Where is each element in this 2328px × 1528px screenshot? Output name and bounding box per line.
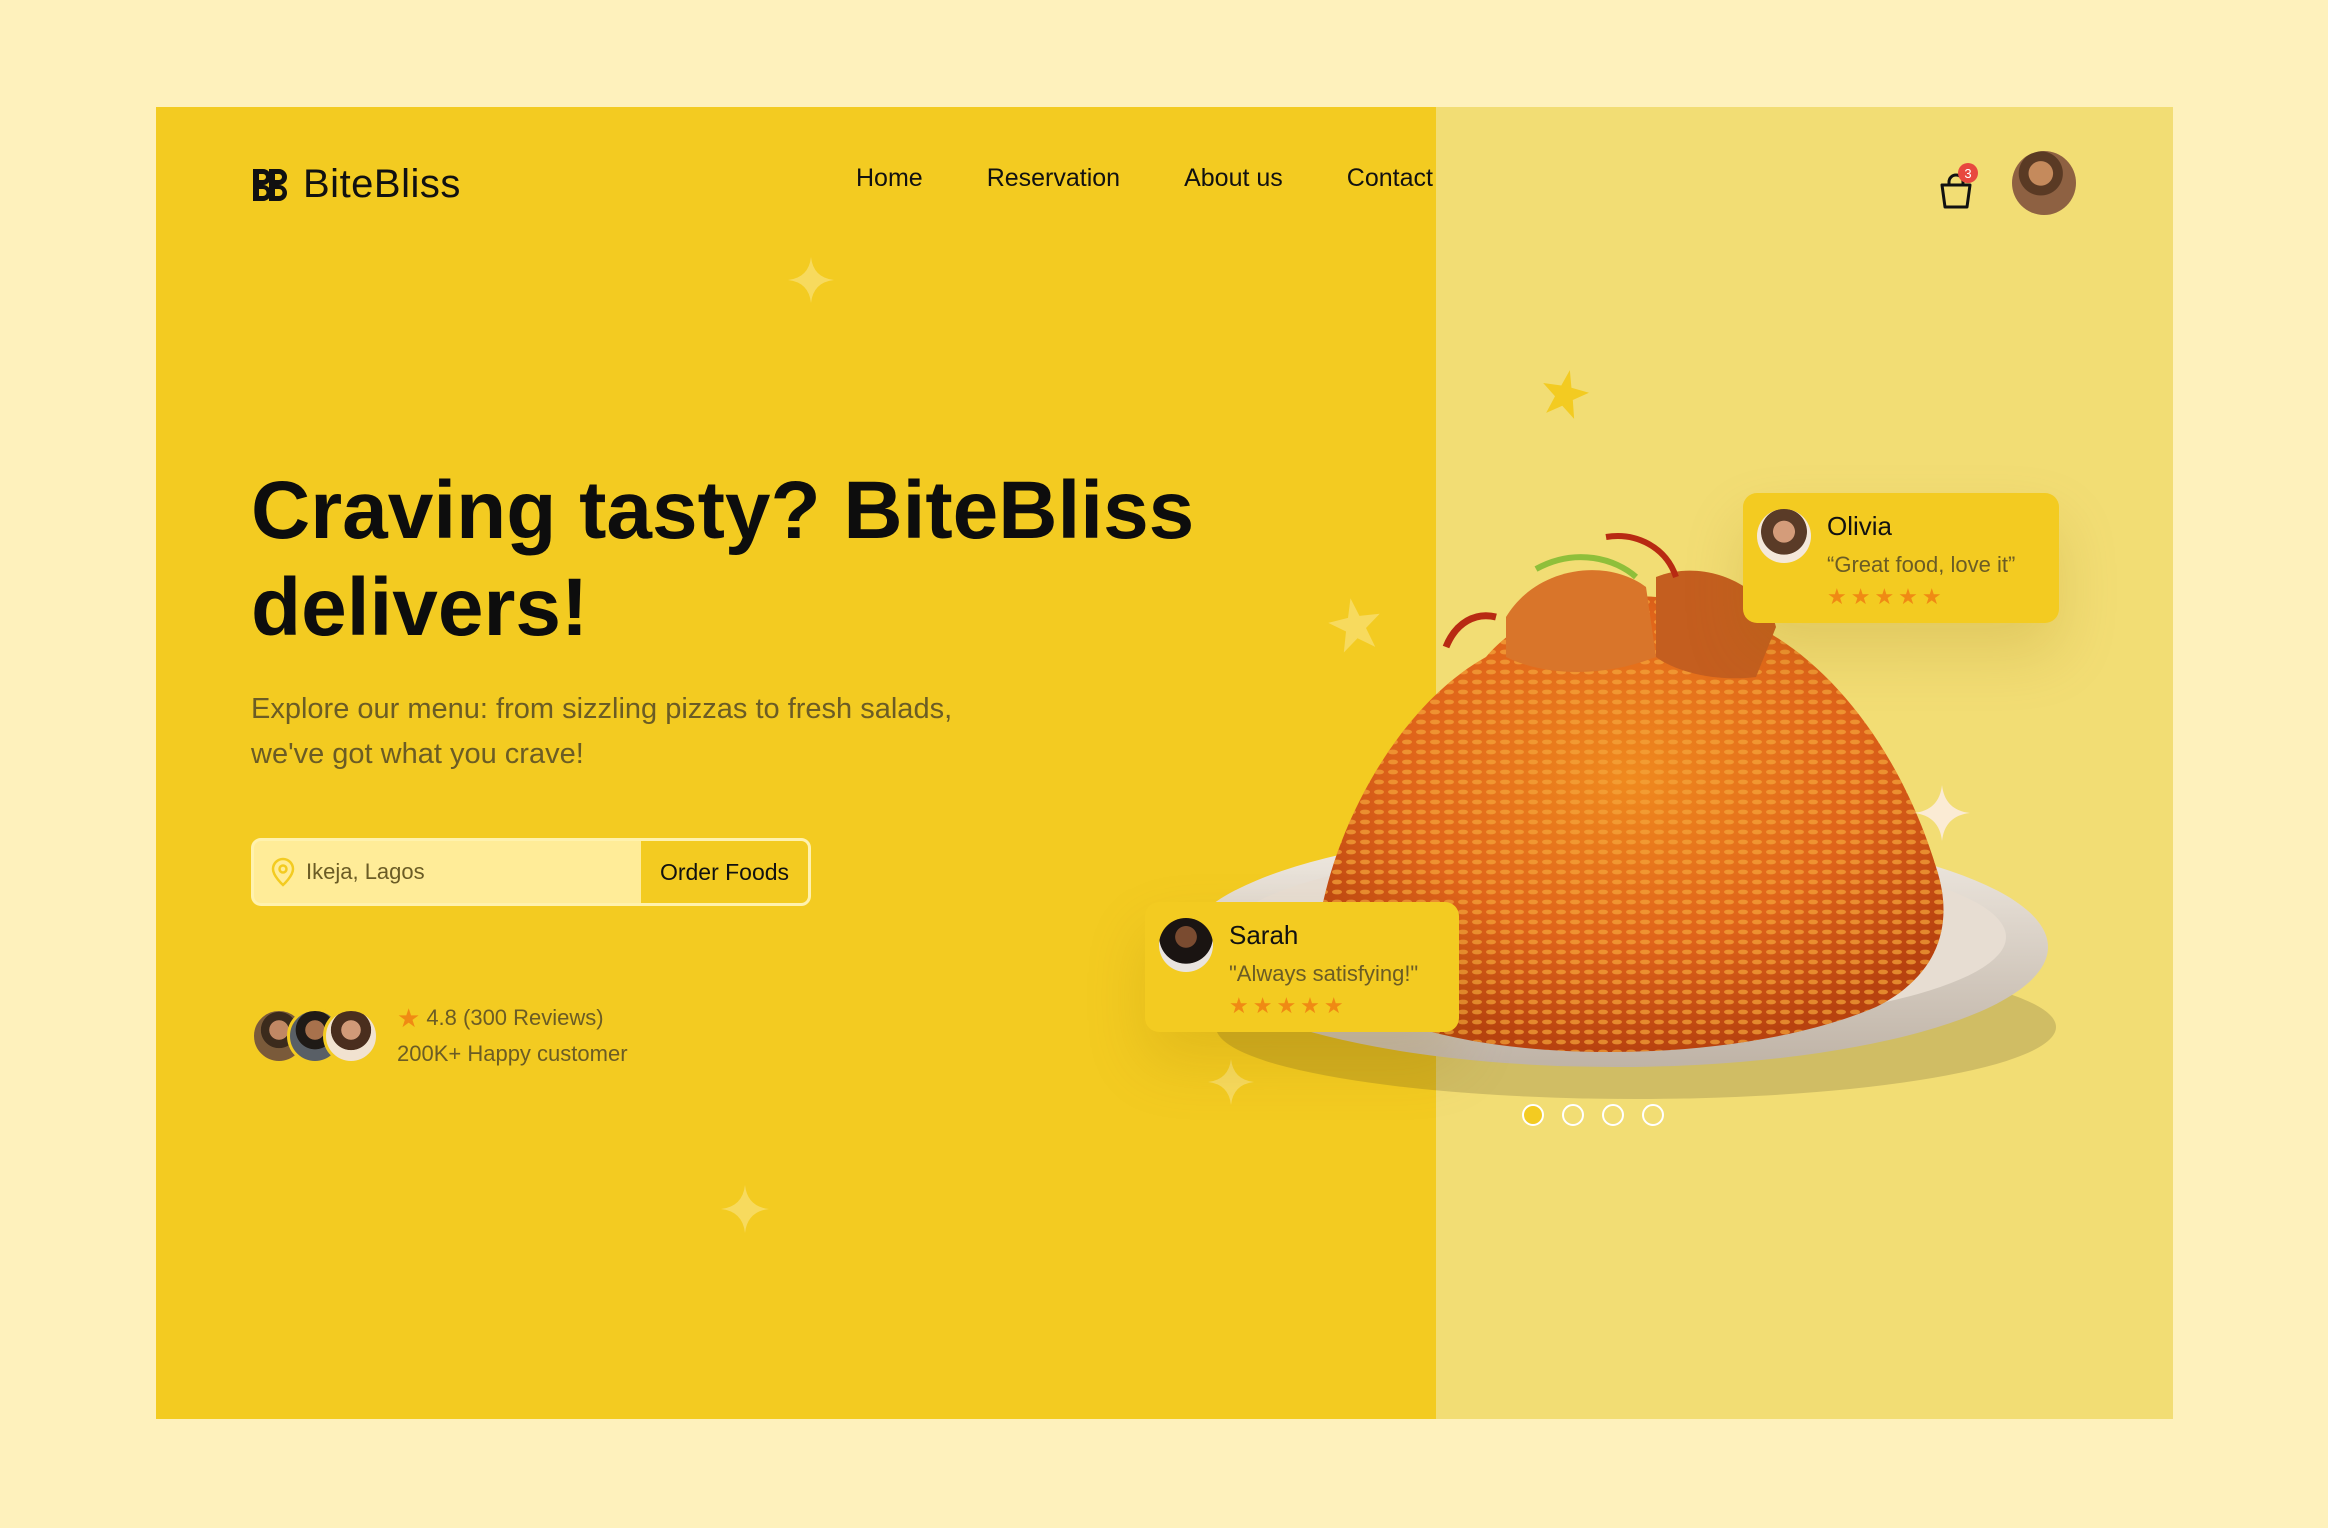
nav-item-home[interactable]: Home — [856, 164, 923, 193]
headline-line-1: Craving tasty? BiteBliss — [251, 465, 1195, 556]
reviewer-name: Sarah — [1229, 920, 1299, 950]
review-body: Sarah "Always satisfying!" ★★★★★ — [1229, 918, 1418, 1018]
sparkle-icon — [788, 257, 834, 303]
cart-button[interactable]: 3 — [1938, 163, 1978, 209]
review-stars: ★★★★★ — [1827, 584, 1946, 609]
headline-line-2: delivers! — [251, 562, 589, 653]
review-stars: ★★★★★ — [1229, 993, 1348, 1018]
reviewer-avatar — [1757, 509, 1811, 563]
location-field — [254, 841, 641, 903]
social-proof-text: ★ 4.8 (300 Reviews) 200K+ Happy customer — [397, 1005, 628, 1067]
customers-text: 200K+ Happy customer — [397, 1041, 628, 1066]
cart-count-badge: 3 — [1958, 163, 1978, 183]
nav-item-contact[interactable]: Contact — [1347, 164, 1433, 193]
nav-item-reservation[interactable]: Reservation — [987, 164, 1120, 193]
carousel-dots — [1522, 1104, 1664, 1126]
review-body: Olivia “Great food, love it” ★★★★★ — [1827, 509, 2015, 609]
sparkle-icon — [1914, 785, 1970, 841]
carousel-dot-2[interactable] — [1562, 1104, 1584, 1126]
subtext-line-1: Explore our menu: from sizzling pizzas t… — [251, 693, 953, 725]
order-foods-button[interactable]: Order Foods — [641, 841, 808, 903]
sparkle-icon — [1543, 370, 1589, 419]
rating-row: ★ 4.8 (300 Reviews) — [397, 1005, 628, 1031]
star-icon: ★ — [397, 1003, 421, 1033]
reviewer-name: Olivia — [1827, 511, 1893, 541]
sparkle-icon — [721, 1185, 769, 1233]
carousel-dot-1[interactable] — [1522, 1104, 1544, 1126]
brand-logo[interactable]: BiteBliss — [251, 162, 461, 207]
review-card-olivia: Olivia “Great food, love it” ★★★★★ — [1743, 493, 2059, 623]
location-pin-icon — [271, 857, 295, 887]
location-order-bar: Order Foods — [251, 838, 811, 906]
social-proof: ★ 4.8 (300 Reviews) 200K+ Happy customer — [251, 1005, 628, 1067]
review-card-sarah: Sarah "Always satisfying!" ★★★★★ — [1145, 902, 1459, 1032]
carousel-dot-4[interactable] — [1642, 1104, 1664, 1126]
logo-mark-icon — [253, 168, 287, 201]
nav-item-about-us[interactable]: About us — [1184, 164, 1283, 193]
carousel-dot-3[interactable] — [1602, 1104, 1624, 1126]
location-input[interactable] — [306, 859, 606, 885]
main-nav: Home Reservation About us Contact — [856, 164, 1433, 193]
review-quote: “Great food, love it” — [1827, 552, 2016, 577]
customer-avatar — [323, 1008, 379, 1064]
review-quote: "Always satisfying!" — [1229, 961, 1419, 986]
customer-avatars — [251, 1008, 379, 1064]
user-avatar[interactable] — [2012, 151, 2076, 215]
hero-subtext: Explore our menu: from sizzling pizzas t… — [251, 687, 1011, 777]
brand-name: BiteBliss — [303, 162, 461, 206]
subtext-line-2: we've got what you crave! — [251, 738, 584, 770]
reviewer-avatar — [1159, 918, 1213, 972]
hero-frame: BiteBliss Home Reservation About us Cont… — [156, 107, 2173, 1419]
hero-headline: Craving tasty? BiteBliss delivers! — [251, 462, 1231, 656]
rating-text: 4.8 (300 Reviews) — [426, 1005, 604, 1030]
